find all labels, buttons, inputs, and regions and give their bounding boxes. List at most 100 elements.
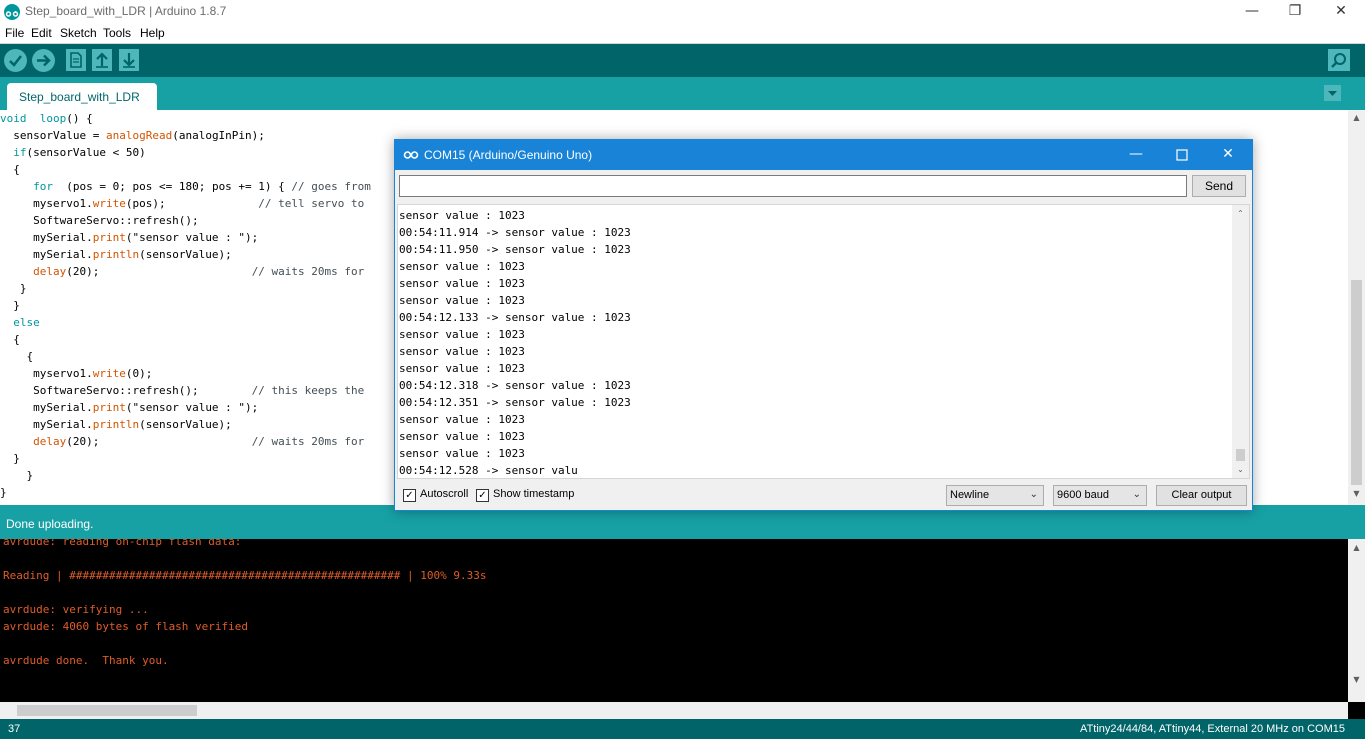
code-token: ("sensor value : "); [125, 401, 259, 414]
code-token: delay [33, 265, 67, 278]
code-line: myservo1.write(0); [0, 365, 152, 382]
code-token: (pos); [125, 197, 259, 210]
code-token: (sensorValue); [139, 248, 232, 261]
serial-title-bar: COM15 (Arduino/Genuino Uno) — ✕ [395, 140, 1252, 170]
code-token: } [0, 452, 20, 465]
code-token: SoftwareServo::refresh(); [0, 384, 252, 397]
code-token: write [92, 367, 126, 380]
scroll-down-icon[interactable]: ⌄ [1236, 464, 1245, 476]
serial-line: 00:54:12.318 -> sensor value : 1023 [399, 379, 631, 392]
code-token: // this keeps the [251, 384, 365, 397]
save-button[interactable] [119, 49, 139, 71]
minimize-button[interactable]: — [1229, 0, 1275, 24]
serial-line: sensor value : 1023 [399, 430, 525, 443]
scroll-up-icon[interactable]: ▲ [1352, 112, 1361, 124]
code-token: mySerial. [0, 248, 93, 261]
code-line: mySerial.println(sensorValue); [0, 416, 232, 433]
console-vertical-scrollbar[interactable]: ▲ ▼ [1348, 539, 1365, 702]
code-line: delay(20); // waits 20ms for [0, 433, 364, 450]
code-token: loop [39, 112, 67, 125]
console-horizontal-scrollbar[interactable] [0, 702, 1348, 719]
serial-line: sensor value : 1023 [399, 362, 525, 375]
code-token: mySerial. [0, 401, 93, 414]
autoscroll-label: Autoscroll [420, 488, 469, 500]
console-line: Reading | ##############################… [3, 569, 487, 582]
code-line: mySerial.print("sensor value : "); [0, 399, 258, 416]
scroll-thumb[interactable] [1236, 449, 1245, 461]
output-console[interactable]: avrdude: reading on-chip flash data: Read… [0, 539, 1365, 719]
board-info: ATtiny24/44/84, ATtiny44, External 20 MH… [1080, 723, 1345, 735]
serial-minimize-button[interactable]: — [1113, 140, 1159, 170]
code-line: for (pos = 0; pos <= 180; pos += 1) { //… [0, 178, 371, 195]
baud-rate-select[interactable]: 9600 baud ⌄ [1053, 485, 1147, 506]
code-token: } [0, 282, 27, 295]
code-token: else [13, 316, 40, 329]
scroll-thumb[interactable] [17, 705, 197, 716]
restore-button[interactable]: ❐ [1272, 0, 1318, 24]
scroll-up-icon[interactable]: ⌃ [1236, 208, 1245, 220]
new-sketch-button[interactable] [66, 49, 86, 71]
timestamp-checkbox[interactable]: ✓ [476, 489, 489, 502]
menu-file[interactable]: File [5, 26, 24, 40]
autoscroll-checkbox[interactable]: ✓ [403, 489, 416, 502]
code-line: if(sensorValue < 50) [0, 144, 146, 161]
code-token: (sensorValue < 50) [26, 146, 146, 159]
editor-scrollbar[interactable]: ▲ ▼ [1348, 110, 1365, 505]
menu-bar: File Edit Sketch Tools Help [0, 24, 1365, 43]
serial-monitor-button[interactable] [1328, 49, 1350, 71]
serial-output[interactable]: sensor value : 1023 00:54:11.914 -> senso… [397, 204, 1250, 479]
code-line: else [0, 314, 40, 331]
serial-send-input[interactable] [399, 175, 1187, 197]
scroll-up-icon[interactable]: ▲ [1352, 542, 1361, 554]
serial-line: 00:54:12.351 -> sensor value : 1023 [399, 396, 631, 409]
file-icon [70, 52, 82, 68]
arrow-right-icon [37, 54, 51, 67]
timestamp-label: Show timestamp [493, 488, 575, 500]
menu-sketch[interactable]: Sketch [60, 26, 97, 40]
console-line: avrdude: 4060 bytes of flash verified [3, 620, 249, 633]
code-token: } [0, 486, 7, 499]
tab-menu-button[interactable] [1324, 85, 1341, 101]
menu-edit[interactable]: Edit [31, 26, 52, 40]
code-line: delay(20); // waits 20ms for [0, 263, 364, 280]
close-button[interactable]: ✕ [1318, 0, 1364, 24]
console-line: avrdude: verifying ... [3, 603, 149, 616]
code-token: for [33, 180, 53, 193]
send-button[interactable]: Send [1192, 175, 1246, 197]
line-ending-select[interactable]: Newline ⌄ [946, 485, 1044, 506]
arduino-logo-icon [403, 151, 419, 159]
menu-help[interactable]: Help [140, 26, 165, 40]
arduino-logo-icon [4, 4, 20, 20]
code-token: } [0, 299, 20, 312]
code-token: sensorValue = [0, 129, 106, 142]
menu-tools[interactable]: Tools [103, 26, 131, 40]
serial-maximize-button[interactable] [1159, 140, 1205, 170]
code-token: print [92, 231, 126, 244]
serial-close-button[interactable]: ✕ [1205, 140, 1251, 170]
open-button[interactable] [92, 49, 112, 71]
code-token: (0); [125, 367, 153, 380]
scroll-down-icon[interactable]: ▼ [1352, 674, 1361, 686]
serial-line: sensor value : 1023 [399, 260, 525, 273]
check-icon [9, 55, 22, 67]
code-line: mySerial.println(sensorValue); [0, 246, 232, 263]
serial-line: sensor value : 1023 [399, 294, 525, 307]
console-line: avrdude: reading on-chip flash data: [3, 539, 242, 548]
scroll-thumb[interactable] [1351, 280, 1362, 485]
serial-line: sensor value : 1023 [399, 209, 525, 222]
chevron-down-icon: ⌄ [1029, 489, 1038, 500]
code-token: void [0, 112, 27, 125]
verify-button[interactable] [4, 49, 27, 72]
serial-line: sensor value : 1023 [399, 277, 525, 290]
tab-step-board-with-ldr[interactable]: Step_board_with_LDR [7, 83, 157, 110]
clear-output-button[interactable]: Clear output [1156, 485, 1247, 506]
upload-button[interactable] [32, 49, 55, 72]
serial-scrollbar[interactable]: ⌃ ⌄ [1232, 205, 1249, 478]
scroll-down-icon[interactable]: ▼ [1352, 488, 1361, 500]
bottom-bar: 37 ATtiny24/44/84, ATtiny44, External 20… [0, 719, 1365, 739]
code-token: () { [66, 112, 93, 125]
